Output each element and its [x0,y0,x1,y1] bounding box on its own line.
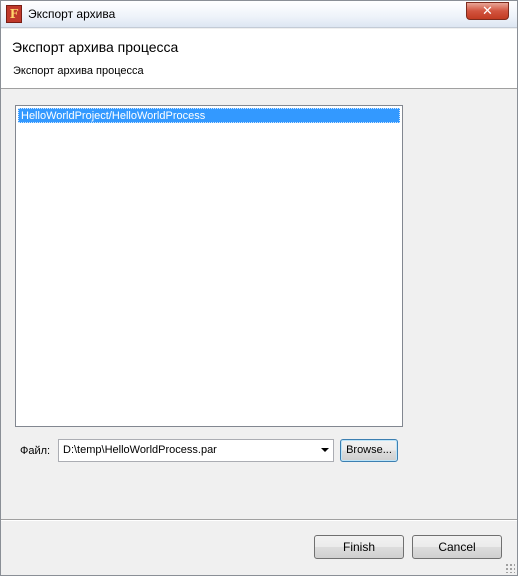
cancel-button[interactable]: Cancel [412,535,502,559]
wizard-header: Экспорт архива процесса Экспорт архива п… [1,29,517,89]
close-button[interactable]: ✕ [466,2,509,20]
header-title: Экспорт архива процесса [12,39,179,55]
app-icon: F [6,5,22,23]
close-icon: ✕ [482,3,493,18]
window-title: Экспорт архива [28,7,116,21]
file-label: Файл: [20,445,51,457]
resize-grip-icon[interactable] [505,563,515,573]
file-path-combo[interactable]: D:\temp\HelloWorldProcess.par [58,439,334,462]
separator [1,519,517,521]
list-item[interactable]: HelloWorldProject/HelloWorldProcess [18,108,400,123]
file-path-value[interactable]: D:\temp\HelloWorldProcess.par [63,444,217,456]
browse-button[interactable]: Browse... [340,439,398,462]
process-list[interactable]: HelloWorldProject/HelloWorldProcess [15,105,403,427]
chevron-down-icon[interactable] [321,448,329,452]
title-bar[interactable]: F Экспорт архива ✕ [1,1,517,28]
finish-button[interactable]: Finish [314,535,404,559]
export-archive-dialog: F Экспорт архива ✕ Экспорт архива процес… [0,0,518,576]
header-description: Экспорт архива процесса [13,65,144,77]
